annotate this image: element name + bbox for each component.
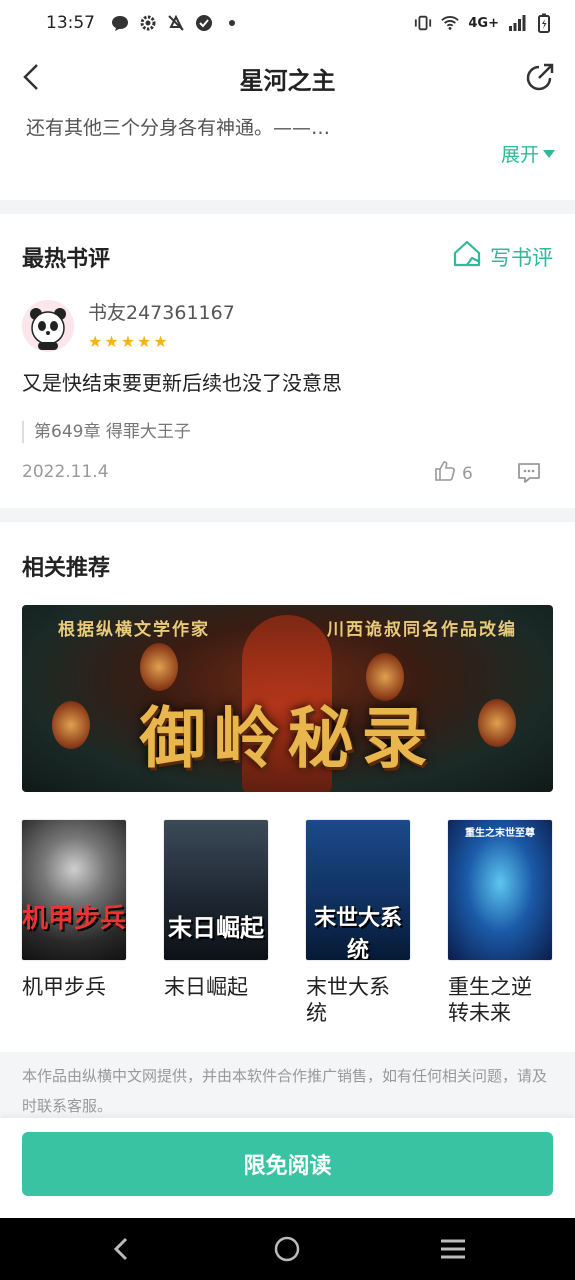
review-chapter[interactable]: 第649章 得罪大王子: [22, 421, 191, 443]
wifi-icon: [441, 14, 460, 32]
section-divider: [0, 200, 575, 214]
status-bar: 13:57 4G+: [0, 0, 575, 46]
book-name: 末日崛起: [164, 975, 248, 999]
dot-icon: [223, 14, 241, 32]
book-card[interactable]: 机甲步兵 机甲步兵: [22, 820, 132, 1000]
signal-icon: [508, 14, 526, 32]
recommend-section-title: 相关推荐: [22, 556, 111, 581]
book-cover-title: 末世大系统: [313, 906, 402, 960]
page-title: 星河之主: [239, 66, 336, 95]
star-icon: ★: [88, 332, 103, 351]
share-icon[interactable]: [521, 60, 557, 96]
vibrate-icon: [414, 14, 432, 32]
review-username[interactable]: 书友247361167: [88, 298, 235, 325]
check-icon: [195, 14, 213, 32]
comment-icon[interactable]: [516, 460, 542, 486]
bottom-action-bar: 限免阅读: [0, 1118, 575, 1218]
gear-icon: [139, 14, 157, 32]
book-name: 重生之逆转未来: [448, 975, 532, 1025]
book-card[interactable]: 末世大系统 末世大系统: [306, 820, 416, 1026]
avatar[interactable]: [22, 300, 74, 352]
star-icon: ★: [120, 332, 136, 351]
back-arrow-icon[interactable]: [14, 60, 48, 94]
banner-title: 御岭秘录: [139, 699, 436, 777]
star-icon: ★: [153, 332, 168, 351]
nav-back-icon[interactable]: [106, 1234, 136, 1264]
battery-icon: [535, 13, 553, 33]
mute-icon: [167, 14, 185, 32]
book-name: 末世大系统: [306, 975, 390, 1025]
chevron-down-icon: [543, 149, 555, 158]
system-nav-bar: [0, 1218, 575, 1280]
navbar: 星河之主: [0, 46, 575, 110]
status-time: 13:57: [46, 13, 95, 33]
message-icon: [111, 14, 129, 32]
write-review-button[interactable]: 写书评: [452, 240, 553, 273]
banner-tagline-right: 川西诡叔同名作品改编: [327, 620, 517, 640]
book-intro: 还有其他三个分身各有神通。——… 展开: [0, 110, 575, 200]
review-date: 2022.11.4: [22, 462, 109, 482]
book-card[interactable]: 重生之末世至尊 重生之逆转未来: [448, 820, 558, 1026]
book-name: 机甲步兵: [22, 975, 106, 999]
star-icon: ★: [104, 332, 119, 351]
book-cover: 末世大系统: [306, 820, 410, 960]
network-type: 4G+: [468, 15, 499, 31]
write-review-label: 写书评: [490, 245, 553, 270]
reviews-section-title: 最热书评: [22, 247, 111, 272]
book-cover-title: 重生之末世至尊: [465, 828, 535, 839]
free-read-button[interactable]: 限免阅读: [22, 1132, 553, 1196]
rating-stars: ★ ★ ★ ★ ★: [88, 334, 168, 350]
expand-button[interactable]: 展开: [501, 140, 555, 167]
star-icon: ★: [137, 332, 152, 351]
thumb-up-icon: [434, 460, 456, 487]
promo-banner[interactable]: 根据纵横文学作家 川西诡叔同名作品改编 御岭秘录: [22, 605, 553, 792]
book-cover-title: 末日崛起: [168, 914, 264, 942]
section-divider: [0, 508, 575, 522]
lantern-icon: [140, 643, 178, 691]
expand-label: 展开: [500, 144, 539, 166]
book-cover: 末日崛起: [164, 820, 268, 960]
like-count: 6: [462, 463, 473, 484]
review-text[interactable]: 又是快结束要更新后续也没了没意思: [22, 367, 342, 396]
copyright-note: 本作品由纵横中文网提供，并由本软件合作推广销售，如有任何相关问题，请及时联系客服…: [0, 1052, 575, 1122]
book-cover: 机甲步兵: [22, 820, 126, 960]
book-cover-title: 机甲步兵: [22, 904, 126, 934]
book-cover: 重生之末世至尊: [448, 820, 552, 960]
banner-tagline: 根据纵横文学作家 川西诡叔同名作品改编: [22, 615, 553, 640]
like-button[interactable]: 6: [434, 460, 473, 487]
nav-home-icon[interactable]: [272, 1234, 302, 1264]
banner-tagline-left: 根据纵横文学作家: [58, 620, 210, 640]
intro-text: 还有其他三个分身各有神通。——…: [26, 117, 331, 139]
edit-icon: [452, 240, 482, 273]
book-card[interactable]: 末日崛起 末日崛起: [164, 820, 274, 1000]
nav-menu-icon[interactable]: [438, 1234, 468, 1264]
